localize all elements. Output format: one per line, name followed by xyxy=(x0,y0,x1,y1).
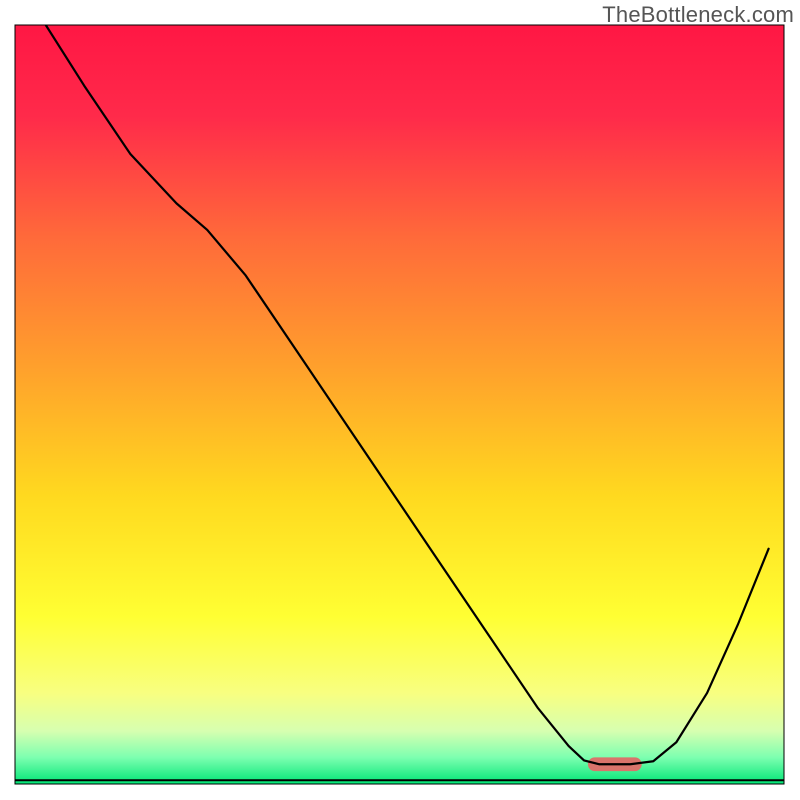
bottleneck-chart xyxy=(0,0,800,800)
watermark-text: TheBottleneck.com xyxy=(602,2,794,28)
chart-container: TheBottleneck.com xyxy=(0,0,800,800)
gradient-background xyxy=(15,25,784,784)
